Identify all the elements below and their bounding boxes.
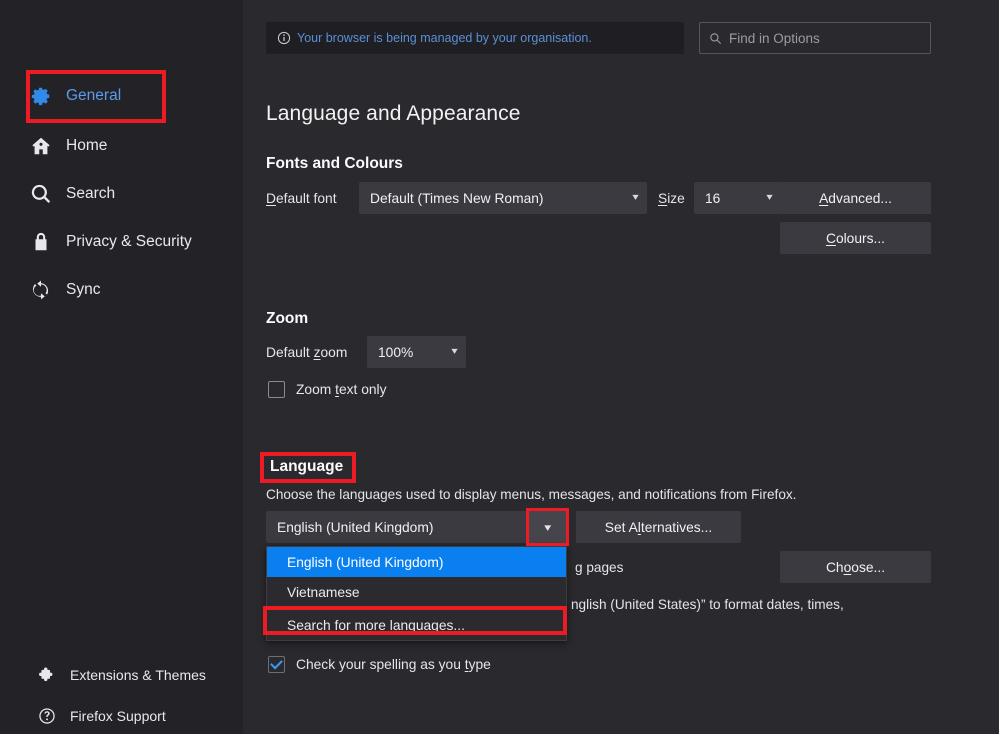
- sidebar: General Home Search Privacy & Security S…: [0, 0, 243, 734]
- chevron-down-icon: ▾: [451, 346, 458, 357]
- sidebar-item-label: General: [66, 87, 122, 104]
- language-heading: Language: [270, 458, 344, 475]
- zoom-text-only-checkbox-row[interactable]: Zoom text only: [268, 381, 387, 398]
- page-title: Language and Appearance: [266, 102, 521, 125]
- gear-icon: [30, 85, 52, 107]
- dropdown-option-english-uk[interactable]: English (United Kingdom): [267, 547, 566, 577]
- sidebar-item-privacy-security[interactable]: Privacy & Security: [30, 224, 192, 260]
- dropdown-option-search-more-languages[interactable]: Search for more languages...: [267, 610, 566, 640]
- zoom-text-only-label: Zoom text only: [296, 382, 387, 397]
- sidebar-item-firefox-support[interactable]: Firefox Support: [38, 698, 166, 734]
- spellcheck-checkbox[interactable]: [268, 656, 285, 673]
- sidebar-item-home[interactable]: Home: [30, 128, 107, 164]
- chevron-down-icon[interactable]: ▾: [529, 511, 567, 543]
- default-font-label: Default font: [266, 191, 337, 206]
- puzzle-icon: [38, 666, 56, 684]
- font-size-value: 16: [705, 190, 721, 206]
- colours-button[interactable]: Colours...: [780, 222, 931, 254]
- obscured-text-line-1: g pages: [575, 560, 624, 575]
- default-zoom-select[interactable]: 100% ▾: [367, 336, 466, 368]
- home-icon: [30, 135, 52, 157]
- default-zoom-value: 100%: [378, 344, 414, 360]
- fonts-colours-heading: Fonts and Colours: [266, 155, 403, 172]
- spellcheck-checkbox-row[interactable]: Check your spelling as you type: [268, 656, 491, 673]
- sidebar-item-label: Home: [66, 137, 108, 154]
- sync-icon: [30, 279, 52, 301]
- lock-icon: [30, 231, 52, 253]
- sidebar-item-label: Sync: [66, 281, 101, 298]
- sidebar-item-label: Privacy & Security: [66, 233, 192, 250]
- set-alternatives-button[interactable]: Set Alternatives...: [576, 511, 741, 543]
- sidebar-item-label: Extensions & Themes: [70, 667, 206, 683]
- sidebar-item-label: Search: [66, 185, 116, 202]
- advanced-button[interactable]: Advanced...: [780, 182, 931, 214]
- sidebar-item-label: Firefox Support: [70, 708, 166, 724]
- advanced-button-label: Advanced...: [819, 190, 892, 206]
- default-font-select[interactable]: Default (Times New Roman) ▾: [359, 182, 647, 214]
- zoom-text-only-checkbox[interactable]: [268, 381, 285, 398]
- language-select[interactable]: English (United Kingdom) ▾: [266, 511, 567, 543]
- set-alternatives-label: Set Alternatives...: [604, 519, 713, 535]
- choose-button-label: Choose...: [825, 559, 886, 575]
- default-font-value: Default (Times New Roman): [370, 190, 544, 206]
- chevron-down-icon: ▾: [766, 192, 773, 203]
- language-dropdown-popup[interactable]: English (United Kingdom) Vietnamese Sear…: [266, 546, 567, 641]
- font-size-label: Size: [658, 191, 685, 206]
- font-size-select[interactable]: 16 ▾: [694, 182, 781, 214]
- spellcheck-label: Check your spelling as you type: [296, 657, 491, 672]
- dropdown-option-vietnamese[interactable]: Vietnamese: [267, 577, 566, 607]
- obscured-text-line-2: nglish (United States)” to format dates,…: [571, 597, 844, 612]
- main-content: Language and Appearance Fonts and Colour…: [266, 0, 999, 734]
- choose-button[interactable]: Choose...: [780, 551, 931, 583]
- sidebar-item-sync[interactable]: Sync: [30, 272, 100, 308]
- default-zoom-label: Default zoom: [266, 345, 348, 360]
- language-selected-value: English (United Kingdom): [277, 519, 434, 535]
- colours-button-label: Colours...: [825, 230, 886, 246]
- help-circle-icon: [38, 707, 56, 725]
- sidebar-item-extensions-themes[interactable]: Extensions & Themes: [38, 657, 206, 693]
- sidebar-item-general[interactable]: General: [30, 78, 121, 114]
- search-icon: [30, 183, 52, 205]
- chevron-down-icon: ▾: [632, 192, 639, 203]
- zoom-heading: Zoom: [266, 310, 309, 327]
- dropdown-separator: [267, 608, 566, 609]
- sidebar-item-search[interactable]: Search: [30, 176, 115, 212]
- language-description: Choose the languages used to display men…: [266, 487, 797, 502]
